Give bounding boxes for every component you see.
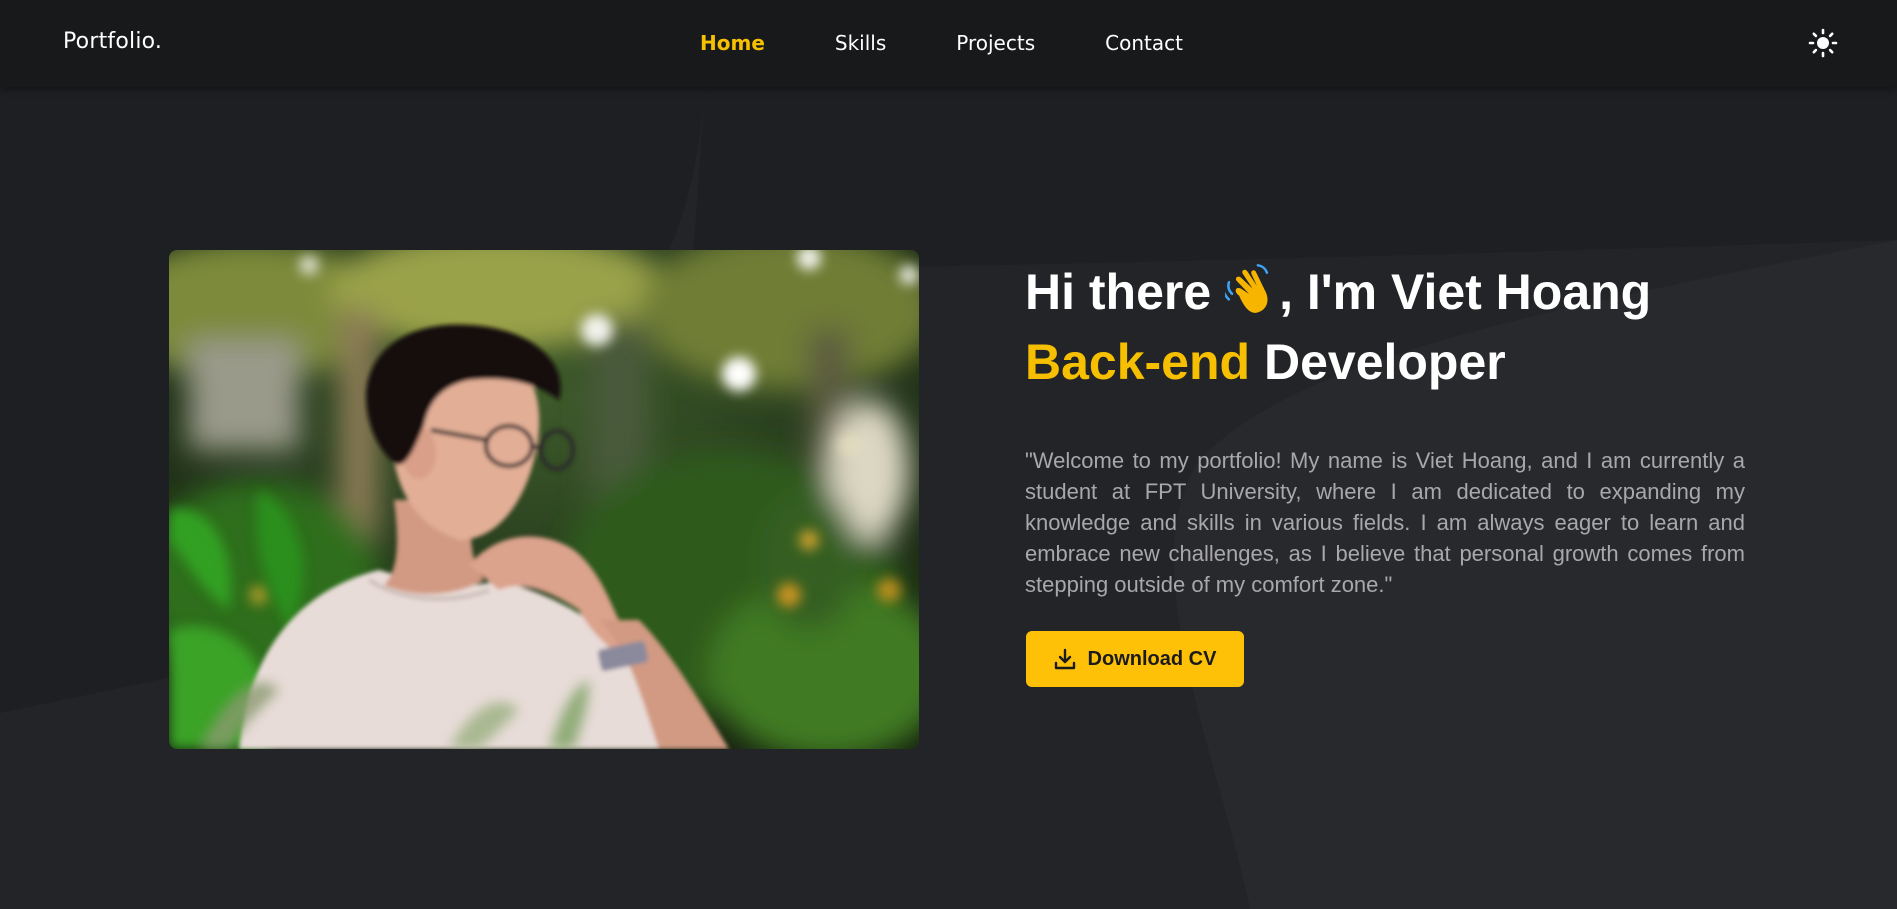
hero-role: Back-end Developer — [1025, 326, 1755, 398]
role-title: Developer — [1250, 334, 1506, 390]
nav-link-projects[interactable]: Projects — [956, 31, 1035, 55]
theme-toggle-button[interactable] — [1808, 28, 1838, 58]
greeting-name: , I'm Viet Hoang — [1279, 264, 1652, 320]
hero-text: Hi there , I'm Viet Hoang Back-end Devel… — [1025, 258, 1755, 600]
portfolio-page: Portfolio. Home Skills Projects Contact — [0, 0, 1897, 909]
download-cv-button[interactable]: Download CV — [1026, 631, 1244, 687]
role-accent: Back-end — [1025, 334, 1251, 390]
navbar: Portfolio. Home Skills Projects Contact — [0, 0, 1897, 87]
waving-hand-icon — [1225, 264, 1269, 313]
download-icon — [1054, 648, 1075, 670]
nav-links: Home Skills Projects Contact — [700, 31, 1253, 55]
intro-paragraph: "Welcome to my portfolio! My name is Vie… — [1025, 448, 1745, 597]
greeting-text: Hi there — [1025, 264, 1212, 320]
brand-logo[interactable]: Portfolio. — [63, 29, 162, 54]
nav-link-home[interactable]: Home — [700, 31, 765, 55]
sun-icon — [1808, 28, 1838, 58]
hero-greeting: Hi there , I'm Viet Hoang — [1025, 258, 1755, 326]
nav-link-contact[interactable]: Contact — [1105, 31, 1183, 55]
portrait-photo — [169, 250, 919, 749]
nav-link-skills[interactable]: Skills — [835, 31, 886, 55]
download-cv-label: Download CV — [1087, 647, 1217, 670]
